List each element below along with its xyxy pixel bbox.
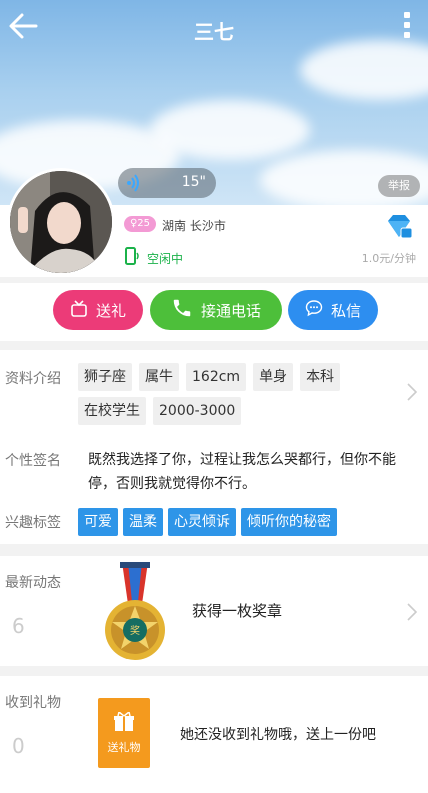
voice-duration: 15" (181, 174, 206, 190)
profile-details[interactable]: 资料介绍 狮子座 属牛 162cm 单身 本科在校学生 2000-3000 个性签名 既然… (0, 350, 428, 544)
avatar[interactable] (7, 168, 115, 276)
interest-tag: 心灵倾诉 (168, 508, 236, 536)
gifts-count: 0 (12, 734, 25, 758)
interest-label: 兴趣标签 (5, 515, 61, 531)
signature-text: 既然我选择了你，过程让我怎么哭都行，但你不能停，否则我就觉得你不行。 (88, 452, 396, 492)
age-badge: ♀25 (124, 216, 156, 232)
call-button[interactable]: 接通电话 (150, 290, 282, 330)
phone-status-icon (124, 247, 142, 269)
report-button[interactable]: 举报 (378, 175, 420, 197)
page-title: 三七 (194, 20, 234, 44)
interest-tag: 倾听你的秘密 (241, 508, 337, 536)
location-text: 湖南 长沙市 (162, 219, 226, 233)
phone-icon (171, 297, 193, 323)
interest-tags: 可爱 温柔 心灵倾诉 倾听你的秘密 (78, 508, 342, 536)
interest-tag: 可爱 (78, 508, 118, 536)
top-bar: 三七 (0, 0, 428, 56)
intro-tag: 162cm (186, 363, 247, 391)
send-gift-tile[interactable]: 送礼物 (98, 698, 150, 768)
intro-label: 资料介绍 (5, 371, 61, 387)
more-menu-icon[interactable] (402, 12, 412, 42)
interest-tag: 温柔 (123, 508, 163, 536)
diamond-icon (384, 213, 414, 245)
intro-tag: 属牛 (139, 363, 179, 391)
moments-label: 最新动态 (5, 575, 61, 591)
intro-tag: 2000-3000 (153, 397, 242, 425)
signature-label: 个性签名 (5, 453, 61, 469)
intro-tag: 本科 (300, 363, 341, 391)
gifts-label: 收到礼物 (5, 695, 61, 711)
gift-icon (70, 299, 88, 321)
online-status: 空闲中 (147, 252, 184, 266)
chevron-right-icon (406, 602, 418, 626)
received-gifts: 收到礼物 0 送礼物 她还没收到礼物哦，送上一份吧 (0, 676, 428, 793)
private-message-button[interactable]: 私信 (288, 290, 378, 330)
voice-intro-player[interactable]: 15" (118, 168, 216, 198)
intro-tags: 狮子座 属牛 162cm 单身 本科在校学生 2000-3000 (78, 363, 398, 431)
intro-tag: 狮子座 (78, 363, 132, 391)
intro-tag: 在校学生 (78, 397, 146, 425)
send-gift-button[interactable]: 送礼 (53, 290, 143, 330)
chevron-right-icon (406, 382, 418, 406)
call-price: 1.0元/分钟 (361, 252, 416, 265)
chat-bubble-icon (305, 299, 323, 321)
gift-box-icon (98, 710, 150, 735)
intro-tag: 单身 (253, 363, 294, 391)
action-bar: 送礼 接通电话 私信 (0, 283, 428, 341)
svg-text:奖: 奖 (130, 624, 140, 637)
no-gift-text: 她还没收到礼物哦，送上一份吧 (180, 727, 376, 743)
latest-moments[interactable]: 最新动态 6 奖 获得一枚奖章 (0, 556, 428, 666)
moments-count: 6 (12, 614, 25, 638)
medal-icon: 奖 (100, 560, 170, 668)
send-gift-label: 送礼物 (107, 741, 141, 754)
moment-text: 获得一枚奖章 (192, 602, 283, 620)
voice-wave-icon (126, 174, 142, 196)
